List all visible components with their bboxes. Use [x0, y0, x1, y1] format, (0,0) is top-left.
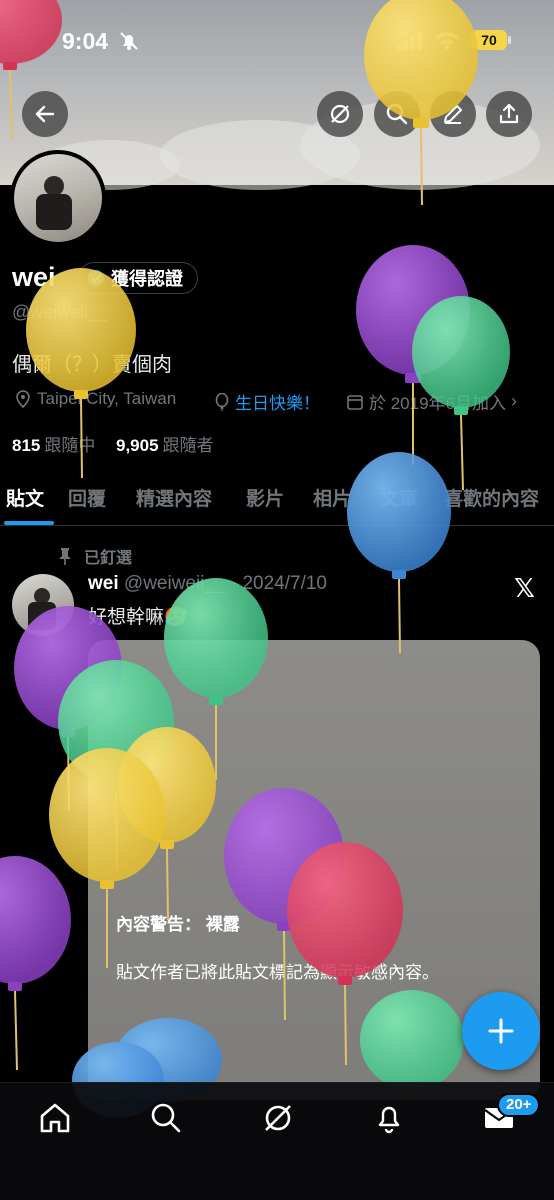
search-icon — [386, 103, 408, 125]
search-button[interactable] — [374, 91, 420, 137]
verified-badge-icon — [88, 270, 104, 286]
post-handle-date: @weiweii__ · 2024/7/10 — [123, 573, 327, 594]
messages-badge: 20+ — [497, 1093, 541, 1117]
wifi-icon — [435, 32, 459, 50]
pinned-label: 已釘選 — [84, 550, 133, 567]
birthday-text: 生日快樂！ — [235, 394, 320, 413]
pinned-indicator: 已釘選 — [58, 544, 132, 568]
active-tab-indicator — [4, 521, 54, 525]
profile-handle: @weiweii__ — [12, 302, 109, 322]
balloon — [0, 856, 71, 1071]
profile-avatar[interactable] — [10, 150, 106, 246]
tab-replies[interactable]: 回覆 — [68, 484, 106, 511]
post-author[interactable]: wei — [88, 573, 119, 594]
clock: 9:04 — [62, 28, 109, 54]
chevron-right-icon[interactable]: › — [511, 391, 517, 412]
signal-icon — [396, 32, 422, 50]
content-warning-body: 貼文作者已將此貼文標記為顯示敏感內容。 — [116, 963, 439, 982]
following-label: 跟隨中 — [44, 436, 96, 455]
tab-videos[interactable]: 影片 — [246, 484, 284, 511]
compose-button[interactable] — [462, 992, 540, 1070]
battery-indicator: 70 — [471, 30, 511, 50]
calendar-icon — [347, 394, 363, 410]
profile-bio: 偶爾（？）賣個肉 — [12, 354, 172, 376]
following-count: 815 — [12, 436, 41, 455]
followers-label: 跟隨者 — [162, 436, 214, 455]
balloon — [356, 245, 470, 465]
get-verified-label: 獲得認證 — [111, 269, 183, 289]
grok-button[interactable] — [317, 91, 363, 137]
edit-button[interactable] — [430, 91, 476, 137]
tab-posts[interactable]: 貼文 — [6, 484, 44, 511]
following-link[interactable]: 815 跟隨中 — [12, 431, 95, 456]
bell-off-icon — [120, 32, 138, 50]
tab-articles[interactable]: 文章 — [380, 484, 418, 511]
location-text: Taipei City, Taiwan — [37, 389, 177, 408]
share-icon — [499, 103, 519, 124]
post-header: wei @weiweii__ · 2024/7/10 — [88, 573, 327, 595]
back-arrow-icon — [35, 105, 55, 123]
tab-highlights[interactable]: 精選內容 — [136, 484, 212, 511]
plus-icon — [488, 1018, 514, 1044]
balloon-icon — [215, 392, 229, 411]
share-button[interactable] — [486, 91, 532, 137]
bottom-navigation — [0, 1082, 554, 1200]
post-text: 好想幹嘛🥵 — [88, 607, 188, 628]
content-warning-title: 內容警告： 裸露 — [116, 915, 240, 934]
joined-text: 於 2019年6月加入 — [369, 394, 506, 413]
back-button[interactable] — [22, 91, 68, 137]
profile-name: wei — [12, 262, 56, 292]
profile-joined: 於 2019年6月加入 › — [346, 389, 517, 414]
avatar — [14, 154, 102, 242]
home-icon[interactable] — [38, 1101, 72, 1135]
profile-birthday[interactable]: 生日快樂！ — [214, 389, 320, 414]
location-icon — [16, 390, 30, 408]
profile-tabs: 貼文 回覆 精選內容 影片 相片 文章 喜歡的內容 — [0, 474, 554, 526]
edit-icon — [444, 105, 462, 124]
bell-icon[interactable] — [372, 1101, 406, 1135]
pin-icon — [59, 548, 71, 565]
tab-likes[interactable]: 喜歡的內容 — [444, 484, 539, 511]
grok-icon — [330, 104, 350, 124]
post-avatar[interactable] — [12, 574, 74, 636]
followers-count: 9,905 — [116, 436, 159, 455]
grok-icon[interactable] — [261, 1101, 295, 1135]
profile-location: Taipei City, Taiwan — [14, 389, 176, 409]
search-icon[interactable] — [149, 1101, 183, 1135]
x-logo-icon: 𝕏 — [514, 573, 535, 603]
get-verified-button[interactable]: 獲得認證 — [78, 262, 198, 294]
tab-photos[interactable]: 相片 — [313, 484, 351, 511]
status-bar: 9:04 70 — [0, 0, 554, 82]
followers-link[interactable]: 9,905 跟隨者 — [116, 431, 214, 456]
